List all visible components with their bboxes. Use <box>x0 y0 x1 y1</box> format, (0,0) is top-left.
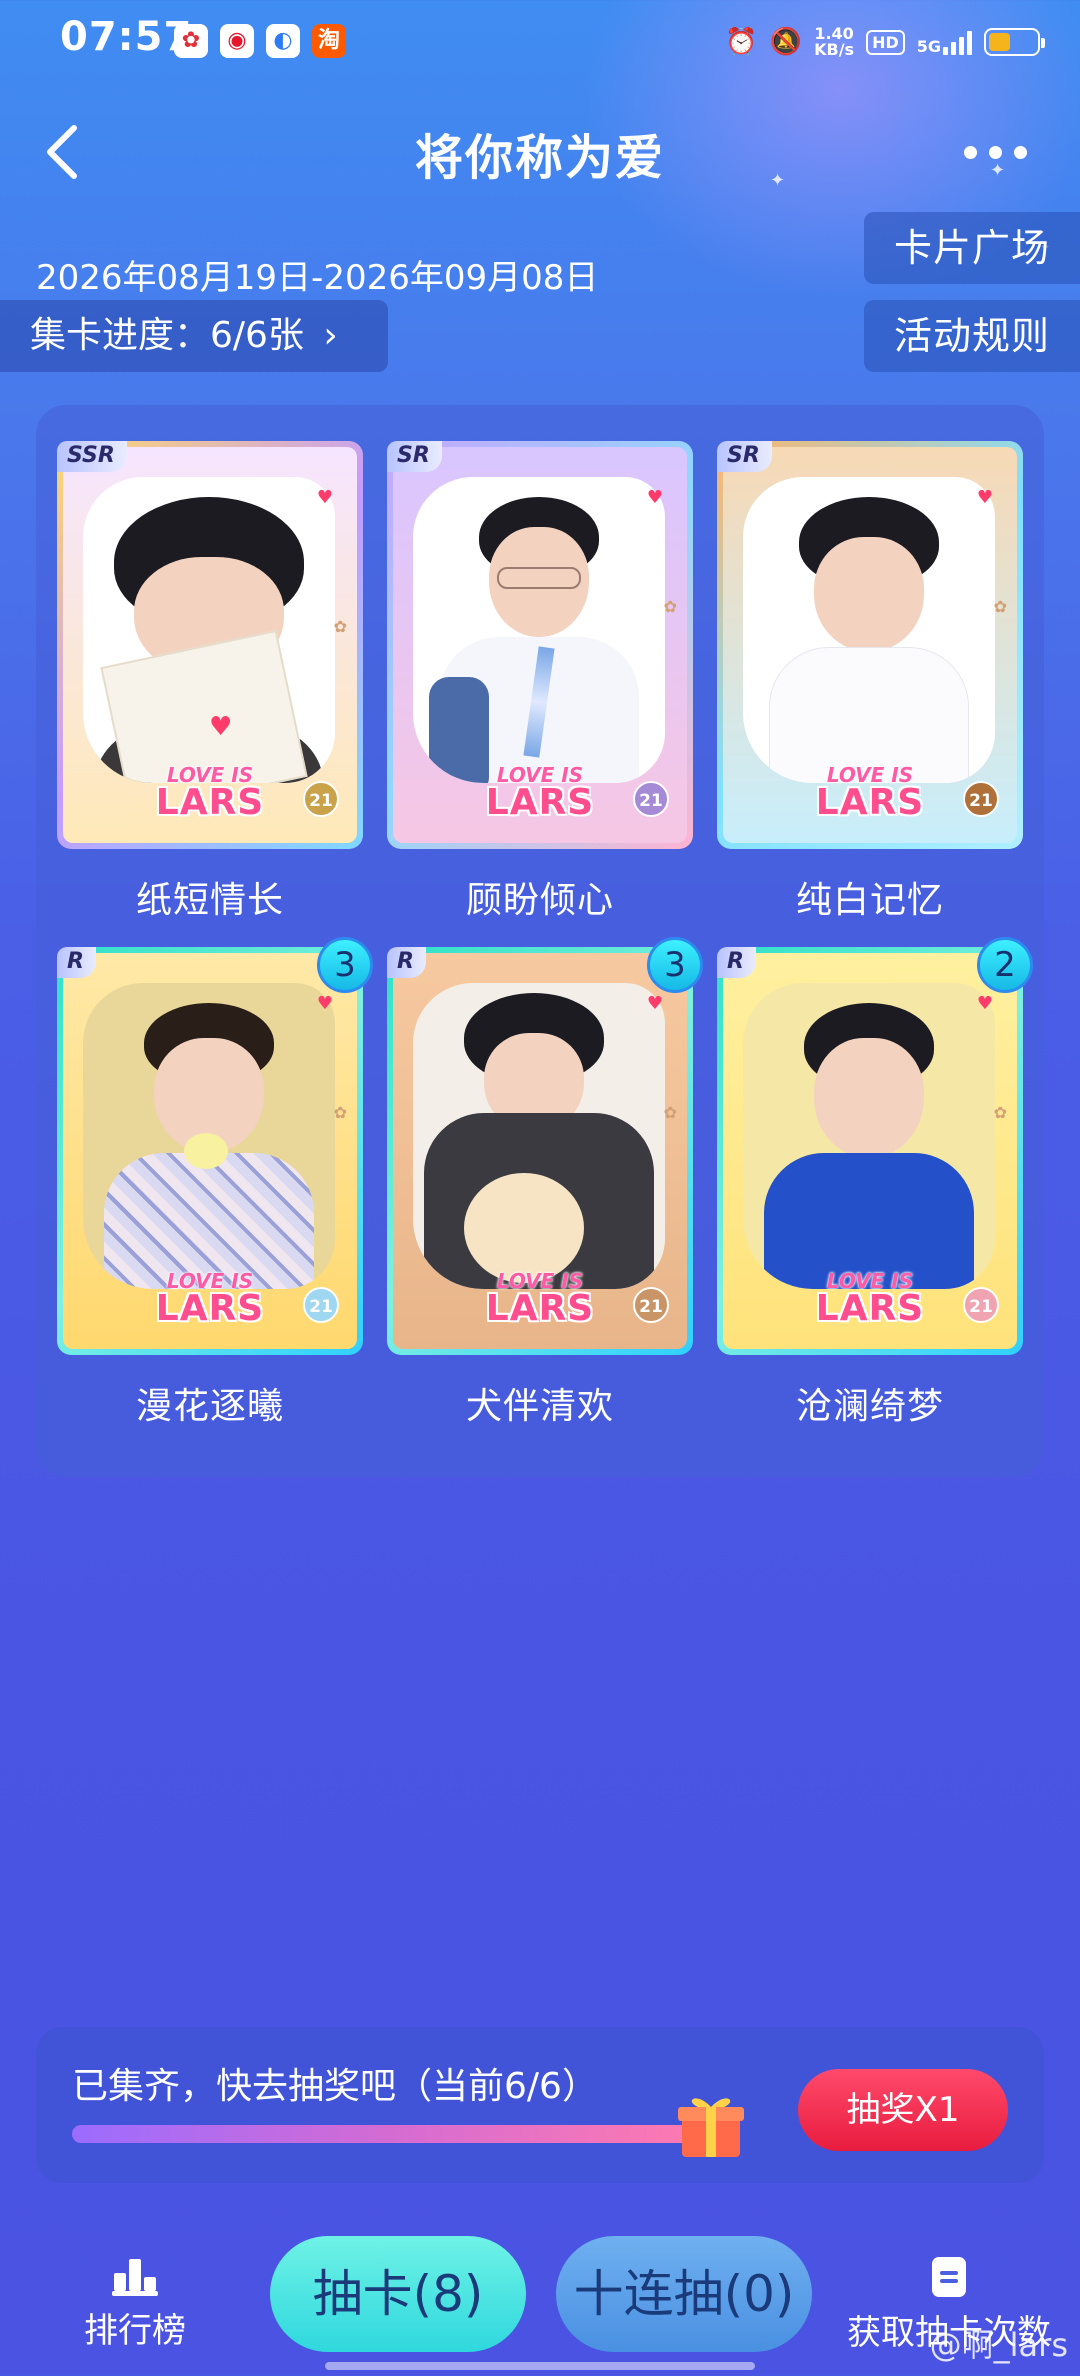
activity-rules-button[interactable]: 活动规则 <box>864 300 1080 372</box>
card-logo: LOVE IS LARS <box>485 763 595 823</box>
browser-icon: ◐ <box>266 24 300 58</box>
card-square-button[interactable]: 卡片广场 <box>864 212 1080 284</box>
card-photo: ♥ <box>83 477 335 783</box>
card-logo: LOVE IS LARS <box>815 763 925 823</box>
card-count-badge: 3 <box>317 937 373 993</box>
card-name: 沧澜绮梦 <box>795 1386 944 1427</box>
card-photo <box>743 983 995 1289</box>
draw-card-button[interactable]: 抽卡(8) <box>270 2236 526 2352</box>
taobao-icon: 淘 <box>312 24 346 58</box>
dot-icon <box>964 145 977 159</box>
card-item[interactable]: 3 ♥ ✿ LOVE IS LARS 21 <box>57 937 373 1429</box>
dot-icon <box>1014 145 1027 159</box>
card-number-badge: 21 <box>963 1287 999 1323</box>
card-item[interactable]: ♥ ✿ LOVE IS LARS 21 SR 纯白记忆 <box>717 441 1023 923</box>
card-number-badge: 21 <box>963 781 999 817</box>
card-number-badge: 21 <box>633 781 669 817</box>
app-notification-icon: ✿ <box>174 24 208 58</box>
event-date-range: 2026年08月19日-2026年09月08日 <box>36 258 599 298</box>
weibo-icon: ◉ <box>220 24 254 58</box>
card-logo: LOVE IS LARS <box>815 1269 925 1329</box>
rarity-tag: SSR <box>57 441 127 472</box>
card-name: 纸短情长 <box>135 880 284 921</box>
lottery-progress-bar <box>72 2125 702 2143</box>
card-item[interactable]: 2 ♥ ✿ LOVE IS LARS 21 R 沧澜绮梦 <box>717 937 1033 1429</box>
card-name: 犬伴清欢 <box>465 1386 614 1427</box>
home-indicator[interactable] <box>325 2362 755 2370</box>
card-logo: LOVE IS LARS <box>485 1269 595 1329</box>
alarm-icon: ⏰ <box>725 27 758 57</box>
card-number-badge: 21 <box>303 1287 339 1323</box>
page-title: 将你称为爱 <box>414 130 665 186</box>
card-photo <box>413 477 665 783</box>
mute-icon: 🔕 <box>769 27 803 57</box>
card-item[interactable]: 3 ♥ ✿ LOVE IS LARS 21 <box>387 937 703 1429</box>
card-logo: LOVE IS LARS <box>155 763 265 823</box>
card-item[interactable]: ♥ ✿ LOVE IS LARS 21 SR 顾盼倾心 <box>387 441 693 923</box>
card-name: 纯白记忆 <box>795 880 944 921</box>
ten-draw-button[interactable]: 十连抽(0) <box>556 2236 812 2352</box>
envelope <box>100 629 308 783</box>
card-count-badge: 3 <box>647 937 703 993</box>
card-name: 顾盼倾心 <box>465 880 614 921</box>
card-collection-panel: ♥ ♥ ✿ LOVE IS LARS 21 SSR 纸短情长 ♥ ✿ LOVE … <box>36 405 1044 1477</box>
watermark: @啊_lars <box>929 2326 1068 2364</box>
card-count-badge: 2 <box>977 937 1033 993</box>
card-number-badge: 21 <box>303 781 339 817</box>
rarity-tag: SR <box>387 441 442 472</box>
lottery-status-text: 已集齐，快去抽奖吧（当前6/6） <box>72 2066 598 2107</box>
lottery-panel: 已集齐，快去抽奖吧（当前6/6） 抽奖X1 <box>36 2027 1044 2183</box>
dot-icon <box>989 145 1002 159</box>
gift-icon <box>676 2089 746 2161</box>
card-photo <box>413 983 665 1289</box>
hd-icon: HD <box>866 29 905 55</box>
more-options-button[interactable] <box>964 138 1034 166</box>
draw-prize-button[interactable]: 抽奖X1 <box>798 2069 1008 2151</box>
rarity-tag: SR <box>717 441 772 472</box>
card-logo: LOVE IS LARS <box>155 1269 265 1329</box>
card-number-badge: 21 <box>633 1287 669 1323</box>
status-bar: 07:57 ✿ ◉ ◐ 淘 ⏰ 🔕 1.40 KB/s HD 5G <box>0 0 1080 84</box>
rarity-tag: R <box>57 947 96 978</box>
card-name: 漫花逐曦 <box>135 1386 284 1427</box>
status-time: 07:57 <box>60 14 193 60</box>
card-photo <box>83 983 335 1289</box>
signal-icon: 5G <box>917 29 972 55</box>
document-icon <box>932 2257 966 2297</box>
collection-progress-button[interactable]: 集卡进度：6/6张 › <box>0 300 388 372</box>
chevron-right-icon: › <box>323 315 338 356</box>
card-photo <box>743 477 995 783</box>
rarity-tag: R <box>387 947 426 978</box>
rarity-tag: R <box>717 947 756 978</box>
ranking-tab[interactable]: 排行榜 <box>80 2255 190 2352</box>
network-speed: 1.40 KB/s <box>814 24 855 59</box>
dog <box>464 1173 584 1283</box>
ranking-icon <box>112 2259 158 2296</box>
battery-icon <box>984 28 1045 56</box>
card-item[interactable]: ♥ ♥ ✿ LOVE IS LARS 21 SSR 纸短情长 <box>57 441 363 923</box>
